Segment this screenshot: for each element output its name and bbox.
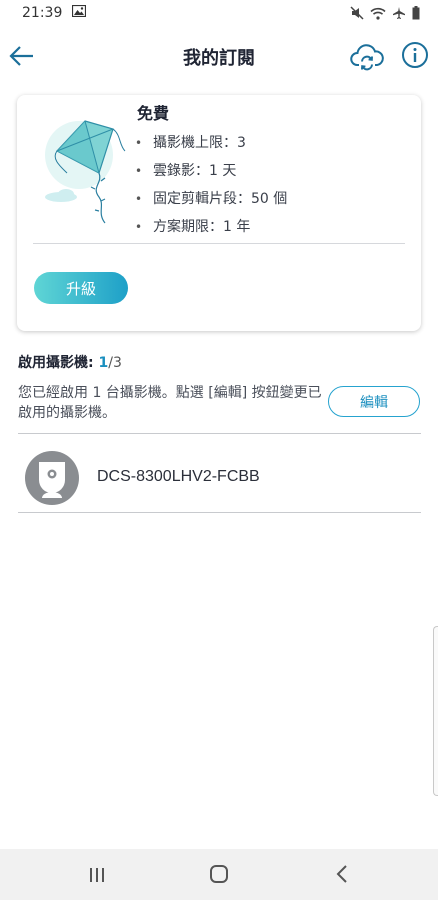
info-icon[interactable] <box>401 41 429 69</box>
camera-name: DCS-8300LHV2-FCBB <box>97 468 260 485</box>
cloud-sync-icon[interactable] <box>350 40 384 74</box>
bullet: • <box>135 192 143 206</box>
home-icon[interactable] <box>208 863 230 885</box>
plan-card: 免費 • 攝影機上限：3 • 雲錄影：1 天 • 固定剪輯片段：50 個 • 方案期限：… <box>17 95 421 331</box>
status-left: 21:39 <box>22 4 87 21</box>
camera-list-item[interactable]: DCS-8300LHV2-FCBB <box>18 434 421 512</box>
plan-feature-item: • 方案期限：1 年 <box>135 213 287 241</box>
wifi-icon <box>370 7 386 20</box>
airplane-icon <box>392 6 406 20</box>
enabled-cameras-title: 啟用攝影機: 1/3 <box>18 352 122 372</box>
divider <box>18 512 421 513</box>
nav-back-icon[interactable] <box>332 863 354 885</box>
image-icon <box>72 4 87 21</box>
plan-features: • 攝影機上限：3 • 雲錄影：1 天 • 固定剪輯片段：50 個 • 方案期限：1 年 <box>135 129 287 241</box>
navigation-bar <box>0 849 438 900</box>
plan-feature-text: 方案期限：1 年 <box>153 219 251 235</box>
recent-apps-icon[interactable] <box>86 865 108 885</box>
status-bar: 21:39 <box>0 0 438 26</box>
app-header: 我的訂閱 <box>0 32 438 82</box>
status-right <box>350 6 420 20</box>
enabled-total: /3 <box>108 355 122 371</box>
plan-feature-text: 攝影機上限：3 <box>153 135 246 151</box>
edge-panel-handle[interactable] <box>433 626 438 796</box>
plan-feature-item: • 雲錄影：1 天 <box>135 157 287 185</box>
bullet: • <box>135 136 143 150</box>
enabled-description: 您已經啟用 1 台攝影機。點選 [編輯] 按鈕變更已啟用的攝影機。 <box>18 385 322 421</box>
camera-icon <box>25 451 79 505</box>
bullet: • <box>135 220 143 234</box>
mute-icon <box>350 6 364 20</box>
status-time: 21:39 <box>22 5 63 21</box>
kite-illustration <box>41 111 137 229</box>
enabled-title-label: 啟用攝影機: <box>18 355 94 371</box>
plan-name: 免費 <box>137 104 170 123</box>
battery-icon <box>412 6 420 20</box>
enabled-count: 1 <box>98 355 109 371</box>
upgrade-button[interactable]: 升級 <box>34 272 128 304</box>
bullet: • <box>135 164 143 178</box>
plan-feature-text: 雲錄影：1 天 <box>153 163 237 179</box>
plan-feature-text: 固定剪輯片段：50 個 <box>153 191 288 207</box>
plan-feature-item: • 攝影機上限：3 <box>135 129 287 157</box>
edit-button[interactable]: 編輯 <box>328 386 420 417</box>
card-divider <box>33 243 405 244</box>
plan-feature-item: • 固定剪輯片段：50 個 <box>135 185 287 213</box>
